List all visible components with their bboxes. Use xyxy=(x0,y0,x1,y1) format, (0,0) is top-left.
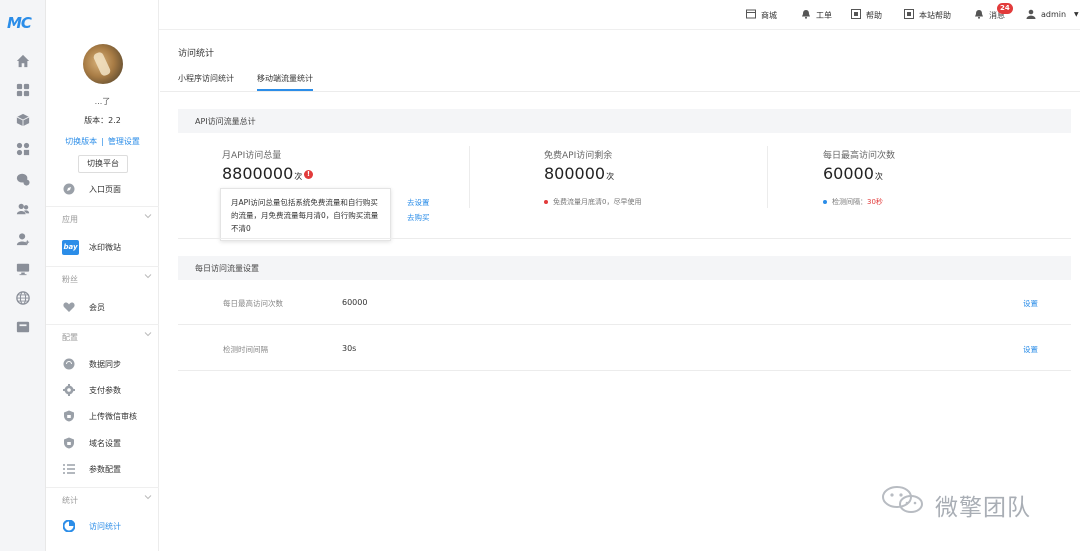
pie-chart-icon xyxy=(63,520,75,532)
heart-icon xyxy=(63,301,75,313)
go-settings-link[interactable]: 去设置 xyxy=(407,197,430,208)
chat-icon[interactable] xyxy=(16,172,30,186)
tab-miniprogram-stats[interactable]: 小程序访问统计 xyxy=(178,73,234,91)
set-daily-max-button[interactable]: 设置 xyxy=(1023,298,1038,309)
sidebar-item-entry-page[interactable]: 入口页面 xyxy=(46,180,159,200)
sync-icon xyxy=(63,358,75,370)
sidebar-item-app[interactable]: bay 冰印微站 xyxy=(46,238,159,258)
stat-note: 免费流量月底清0，尽早使用 xyxy=(544,197,641,207)
caret-down-icon: ▼ xyxy=(1074,11,1079,18)
info-icon[interactable]: ! xyxy=(304,170,313,179)
cube-icon[interactable] xyxy=(16,113,30,127)
icon-rail: MC xyxy=(0,0,46,551)
box-icon[interactable] xyxy=(16,320,30,334)
gear-icon xyxy=(63,384,75,396)
top-bar: 菜单 商城 工单 帮助 本站帮助 消息 24 admin ▼ xyxy=(46,0,1080,30)
globe-icon[interactable] xyxy=(16,291,30,305)
stat-divider xyxy=(767,146,768,208)
brand-logo[interactable]: MC xyxy=(7,14,32,32)
avatar[interactable] xyxy=(83,44,123,84)
section-header-total: API访问流量总计 xyxy=(178,109,1071,133)
switch-version-link[interactable]: 切换版本 xyxy=(65,137,97,146)
chevron-down-icon xyxy=(144,493,152,501)
list-icon xyxy=(63,463,75,475)
user-icon xyxy=(1026,9,1036,19)
home-icon[interactable] xyxy=(16,54,30,68)
chevron-down-icon xyxy=(144,272,152,280)
stat-value: 800000次 xyxy=(544,164,615,183)
apps-icon[interactable] xyxy=(16,142,30,156)
sidebar-item-visit-stats[interactable]: 访问统计 xyxy=(46,517,159,537)
sidebar-item-wechat-review[interactable]: 上传微信审核 xyxy=(46,407,159,427)
messages-badge: 24 xyxy=(997,3,1013,14)
manage-settings-link[interactable]: 管理设置 xyxy=(108,137,140,146)
sidebar-item-params[interactable]: 参数配置 xyxy=(46,460,159,480)
compass-icon xyxy=(63,183,75,195)
stat-free-remaining: 免费API访问剩余 800000次 免费流量月底清0，尽早使用 xyxy=(544,146,834,236)
settings-row: 检测时间间隔 30s 设置 xyxy=(178,325,1071,371)
sidebar-item-member[interactable]: 会员 xyxy=(46,298,159,318)
sidebar-item-domain[interactable]: 域名设置 xyxy=(46,434,159,454)
store-icon xyxy=(746,9,756,19)
stat-label: 每日最高访问次数 xyxy=(823,151,896,161)
shield-icon xyxy=(63,410,75,422)
settings-row: 每日最高访问次数 60000 设置 xyxy=(178,279,1071,325)
monitor-icon[interactable] xyxy=(16,262,30,276)
switch-platform-button[interactable]: 切换平台 xyxy=(78,155,128,173)
help-icon xyxy=(851,9,861,19)
status-dot xyxy=(823,200,827,204)
shield-icon xyxy=(63,437,75,449)
wechat-icon xyxy=(880,485,928,515)
sidebar-item-payment[interactable]: 支付参数 xyxy=(46,381,159,401)
account-name: ...了 xyxy=(94,97,111,106)
section-header-daily: 每日访问流量设置 xyxy=(178,256,1071,280)
notification-icon xyxy=(974,9,984,19)
account-links: 切换版本 | 管理设置 xyxy=(65,137,140,146)
version-label: 版本：2.2 xyxy=(84,116,121,125)
group-fans[interactable]: 粉丝 xyxy=(46,266,159,288)
go-purchase-link[interactable]: 去购买 xyxy=(407,212,430,223)
chevron-down-icon xyxy=(144,330,152,338)
bell-icon xyxy=(801,9,811,19)
set-interval-button[interactable]: 设置 xyxy=(1023,344,1038,355)
app-logo: bay xyxy=(62,240,79,255)
stat-divider xyxy=(469,146,470,208)
tab-mobile-traffic-stats[interactable]: 移动端流量统计 xyxy=(257,73,313,91)
user-plus-icon[interactable] xyxy=(16,232,30,246)
page-title: 访问统计 xyxy=(178,49,215,59)
watermark-text: 微擎团队 xyxy=(935,495,1031,521)
group-config[interactable]: 配置 xyxy=(46,324,159,346)
stat-label: 免费API访问剩余 xyxy=(544,151,613,161)
chevron-down-icon xyxy=(144,212,152,220)
sidebar-item-data-sync[interactable]: 数据同步 xyxy=(46,355,159,375)
grid-icon[interactable] xyxy=(16,83,30,97)
stat-label: 月API访问总量 xyxy=(222,151,282,161)
users-icon[interactable] xyxy=(16,202,30,216)
status-dot xyxy=(544,200,548,204)
book-icon xyxy=(904,9,914,19)
stat-value: 8800000次 xyxy=(222,164,303,183)
main-content: 访问统计 小程序访问统计 移动端流量统计 API访问流量总计 月API访问总量 … xyxy=(160,31,1080,551)
stat-note: 检测间隔：30秒 xyxy=(823,197,883,207)
group-stats[interactable]: 统计 xyxy=(46,487,159,509)
stat-value: 60000次 xyxy=(823,164,883,183)
stat-daily-max: 每日最高访问次数 60000次 检测间隔：30秒 xyxy=(823,146,1080,236)
tab-divider xyxy=(160,91,1080,92)
section-divider xyxy=(178,238,1071,239)
info-tooltip: 月API访问总量包括系统免费流量和自行购买的流量，月免费流量每月清0，自行购买流… xyxy=(220,188,391,241)
sidebar: ...了 版本：2.2 切换版本 | 管理设置 切换平台 入口页面 应用 bay 冰… xyxy=(46,0,159,551)
group-apps[interactable]: 应用 xyxy=(46,206,159,228)
